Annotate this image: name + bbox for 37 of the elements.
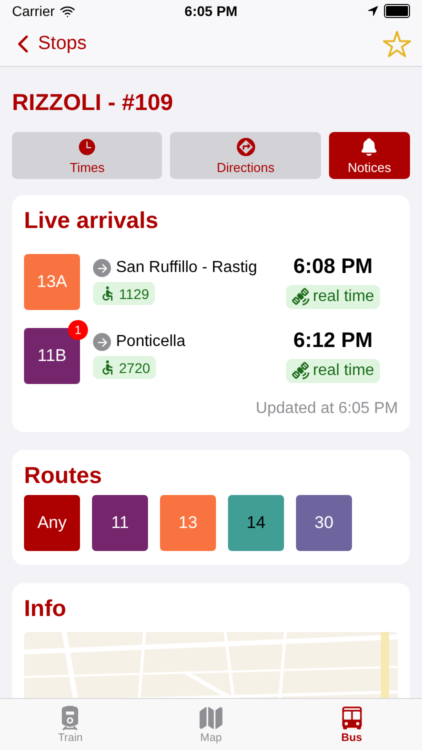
- arrival-time: 6:08 PM: [293, 255, 373, 279]
- vehicle-tag: 2720: [93, 356, 156, 379]
- turn-sign-icon: [236, 136, 256, 156]
- route-button[interactable]: 14: [228, 495, 284, 551]
- updated-text: Updated at 6:05 PM: [254, 400, 398, 418]
- map-icon: [198, 705, 224, 731]
- card-title: Routes: [24, 462, 103, 489]
- card-title: Info: [24, 595, 68, 622]
- back-button[interactable]: Stops: [10, 31, 87, 57]
- route-button[interactable]: 30: [296, 495, 352, 551]
- clock-time: 6:05 PM: [184, 3, 238, 19]
- segment-tab[interactable]: Times: [12, 132, 162, 179]
- carrier-label: Carrier: [12, 3, 55, 19]
- satellite-icon: [292, 288, 310, 306]
- clock-icon: [77, 136, 98, 156]
- wifi-icon: [60, 4, 75, 18]
- arrival-time: 6:12 PM: [293, 329, 373, 353]
- route-tile: 13A: [24, 254, 80, 310]
- stop-title: RIZZOLI - #109: [12, 89, 174, 116]
- route-button[interactable]: Any: [24, 495, 80, 551]
- bell-icon: [359, 136, 380, 156]
- route-button[interactable]: 11: [92, 495, 148, 551]
- destination-text: Ponticella: [116, 333, 186, 351]
- notice-badge: 1: [68, 320, 88, 340]
- star-icon: [382, 29, 412, 59]
- battery-icon: [384, 4, 410, 18]
- destination-text: San Ruffillo - Rastig: [116, 259, 258, 277]
- favorite-button[interactable]: [382, 29, 412, 59]
- vehicle-tag: 1129: [93, 282, 156, 305]
- tab-bar-item[interactable]: Bus: [281, 699, 422, 750]
- realtime-tag: real time: [286, 285, 380, 309]
- segment-tab[interactable]: Directions: [170, 132, 321, 179]
- card-title: Live arrivals: [24, 207, 160, 234]
- realtime-tag: real time: [286, 359, 380, 383]
- location-icon: [366, 5, 379, 17]
- segment-tab[interactable]: Notices: [328, 132, 410, 179]
- satellite-icon: [292, 362, 310, 380]
